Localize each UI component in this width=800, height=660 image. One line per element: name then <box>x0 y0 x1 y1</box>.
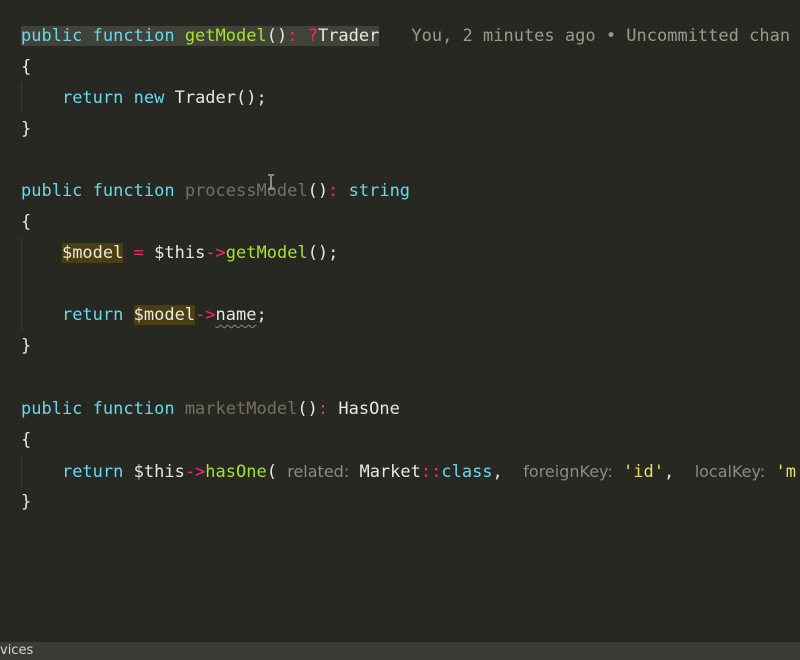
brace-close: } <box>21 492 32 512</box>
parameter-hint: localKey: <box>694 462 766 481</box>
current-line-highlight: public function getModel(): ?Trader <box>21 26 380 46</box>
string-literal: 'm <box>775 462 796 482</box>
this-variable: $this <box>154 243 206 263</box>
code-line-6[interactable]: public function processModel(): string <box>0 176 800 207</box>
code-line-8[interactable]: $model = $this->getModel(); <box>0 238 800 269</box>
brace-open: { <box>21 212 32 232</box>
method-call: getModel <box>225 243 308 263</box>
code-editor[interactable]: public function getModel(): ?Trader You, … <box>0 0 800 642</box>
code-line-7[interactable]: { <box>0 207 800 238</box>
colon: : <box>317 399 329 419</box>
keyword: function <box>92 26 175 46</box>
code-line-2[interactable]: { <box>0 52 800 83</box>
keyword: return <box>61 305 124 325</box>
method-call: hasOne <box>205 462 267 482</box>
brace-close: } <box>21 119 32 139</box>
code-line-14[interactable]: { <box>0 425 800 456</box>
method-name: marketModel <box>184 399 298 419</box>
parens: () <box>307 181 329 201</box>
arrow-operator: -> <box>205 243 226 263</box>
this-variable: $this <box>133 462 185 482</box>
string-literal: 'id' <box>623 462 664 482</box>
code-line-16[interactable]: } <box>0 487 800 518</box>
brace-open: { <box>21 430 32 450</box>
brace-open: { <box>21 57 32 77</box>
keyword: new <box>133 88 165 108</box>
scope-operator: :: <box>420 462 442 482</box>
code-line-4[interactable]: } <box>0 114 800 145</box>
class-name: Trader <box>174 88 237 108</box>
status-bar-label[interactable]: vices <box>0 643 33 658</box>
method-name: processModel <box>184 181 308 201</box>
open-paren: ( <box>266 462 277 482</box>
code-line-3[interactable]: return new Trader(); <box>0 83 800 114</box>
colon: : <box>287 26 298 46</box>
keyword: class <box>441 462 493 482</box>
keyword: public <box>21 181 83 201</box>
status-bar[interactable]: vices <box>0 642 800 660</box>
keyword: return <box>61 462 124 482</box>
nullable-mark: ? <box>307 26 318 46</box>
text-cursor-icon <box>268 174 274 190</box>
assign-operator: = <box>133 243 144 263</box>
keyword: function <box>92 181 175 201</box>
brace-close: } <box>21 336 32 356</box>
return-type: string <box>348 181 411 201</box>
keyword: public <box>21 26 83 46</box>
parameter-hint: related: <box>287 462 350 481</box>
keyword: public <box>21 399 83 419</box>
comma: , <box>663 462 675 482</box>
method-name: getModel <box>184 26 267 46</box>
call-end: (); <box>236 88 267 108</box>
keyword: function <box>92 399 175 419</box>
call-end: (); <box>307 243 339 263</box>
code-line-10[interactable]: return $model->name; <box>0 300 800 331</box>
code-line-1[interactable]: public function getModel(): ?Trader You, … <box>0 21 800 52</box>
git-blame-annotation: You, 2 minutes ago • Uncommitted chan <box>411 26 791 46</box>
arrow-operator: -> <box>195 305 216 325</box>
variable-highlighted: $model <box>61 243 124 263</box>
colon: : <box>328 181 339 201</box>
code-line-15[interactable]: return $this->hasOne( related: Market::c… <box>0 456 800 487</box>
parameter-hint: foreignKey: <box>523 462 613 481</box>
keyword: return <box>61 88 124 108</box>
comma: , <box>492 462 503 482</box>
variable-highlighted: $model <box>133 305 196 325</box>
class-name: Market <box>359 462 421 482</box>
code-line-13[interactable]: public function marketModel(): HasOne <box>0 394 800 425</box>
semicolon: ; <box>256 305 267 325</box>
code-line-11[interactable]: } <box>0 331 800 362</box>
return-type: HasOne <box>338 399 400 419</box>
arrow-operator: -> <box>184 462 206 482</box>
return-type: Trader <box>317 26 380 46</box>
parens: () <box>297 399 318 419</box>
property-warning: name <box>215 305 257 325</box>
parens: () <box>266 26 288 46</box>
